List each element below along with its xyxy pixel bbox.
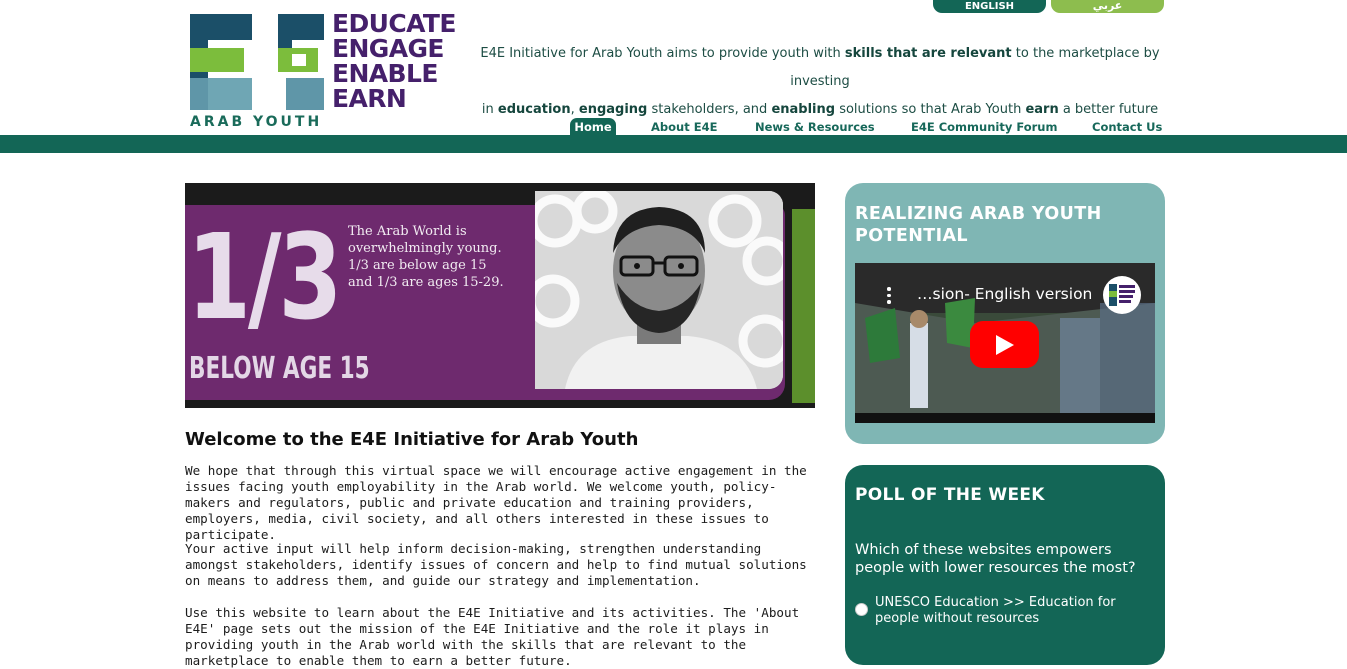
logo-word: EARN — [332, 84, 407, 113]
poll-title: POLL OF THE WEEK — [855, 485, 1045, 505]
logo-word: ENABLE — [332, 59, 438, 88]
logo-word: ENGAGE — [332, 34, 444, 63]
lang-arabic-button[interactable]: عربي — [1051, 0, 1164, 13]
video-title[interactable]: …sion- English version — [917, 285, 1092, 303]
tagline-text: E4E Initiative for Arab Youth aims to pr… — [480, 46, 845, 61]
more-options-icon[interactable] — [885, 287, 893, 307]
portrait-photo — [535, 191, 783, 389]
hero-banner: 1/3 BELOW AGE 15 The Arab World is overw… — [185, 183, 815, 408]
tagline-bold: earn — [1025, 102, 1059, 117]
logo-tagline: ARAB YOUTH — [190, 114, 323, 130]
banner-big-text: 1/3 — [187, 208, 342, 346]
banner-line: The Arab World is — [348, 224, 467, 239]
video-widget: REALIZING ARAB YOUTH POTENTIAL …sion- En… — [845, 183, 1165, 444]
nav-home[interactable]: Home — [570, 118, 616, 135]
poll-option-label[interactable]: UNESCO Education >> Education for people… — [875, 595, 1145, 627]
intro-paragraph: Your active input will help inform decis… — [185, 541, 807, 588]
banner-accent — [792, 209, 815, 403]
banner-body: The Arab World is overwhelmingly young. … — [348, 223, 538, 291]
logo-words: EDUCATE ENGAGE ENABLE EARN — [332, 11, 456, 111]
poll-option-radio[interactable] — [855, 603, 868, 616]
intro-paragraph: We hope that through this virtual space … — [185, 463, 807, 542]
nav-news-resources[interactable]: News & Resources — [755, 118, 875, 135]
tagline-bold: skills that are relevant — [844, 46, 1012, 61]
nav-community-forum[interactable]: E4E Community Forum — [911, 118, 1057, 135]
welcome-heading: Welcome to the E4E Initiative for Arab Y… — [185, 429, 639, 450]
tagline-text: stakeholders, and — [647, 102, 772, 117]
nav-about[interactable]: About E4E — [651, 118, 717, 135]
tagline-bold: education — [497, 102, 571, 117]
tagline-bold: engaging — [578, 102, 648, 117]
banner-sub-text: BELOW AGE 15 — [189, 351, 370, 386]
header-divider-bar — [0, 135, 1347, 153]
poll-widget: POLL OF THE WEEK Which of these websites… — [845, 465, 1165, 665]
youtube-embed[interactable]: …sion- English version — [855, 263, 1155, 423]
nav-contact[interactable]: Contact Us — [1092, 118, 1162, 135]
tagline-bold: enabling — [771, 102, 836, 117]
channel-avatar[interactable] — [1103, 276, 1141, 314]
banner-line: overwhelmingly young. — [348, 241, 502, 256]
poll-question: Which of these websites empowers people … — [855, 542, 1136, 576]
logo-word: EDUCATE — [332, 9, 456, 38]
video-widget-title: REALIZING ARAB YOUTH POTENTIAL — [855, 204, 1102, 246]
banner-line: and 1/3 are ages 15-29. — [348, 275, 504, 290]
tagline-text: , — [570, 102, 579, 117]
tagline-text: solutions so that Arab Youth — [835, 102, 1026, 117]
play-button[interactable] — [970, 321, 1039, 368]
tagline-text: in — [481, 102, 498, 117]
tagline-text: a better future — [1058, 102, 1159, 117]
banner-line: 1/3 are below age 15 — [348, 258, 487, 273]
intro-paragraph: Use this website to learn about the E4E … — [185, 605, 800, 668]
lang-english-button[interactable]: ENGLISH — [933, 0, 1046, 13]
site-tagline: E4E Initiative for Arab Youth aims to pr… — [470, 40, 1170, 124]
